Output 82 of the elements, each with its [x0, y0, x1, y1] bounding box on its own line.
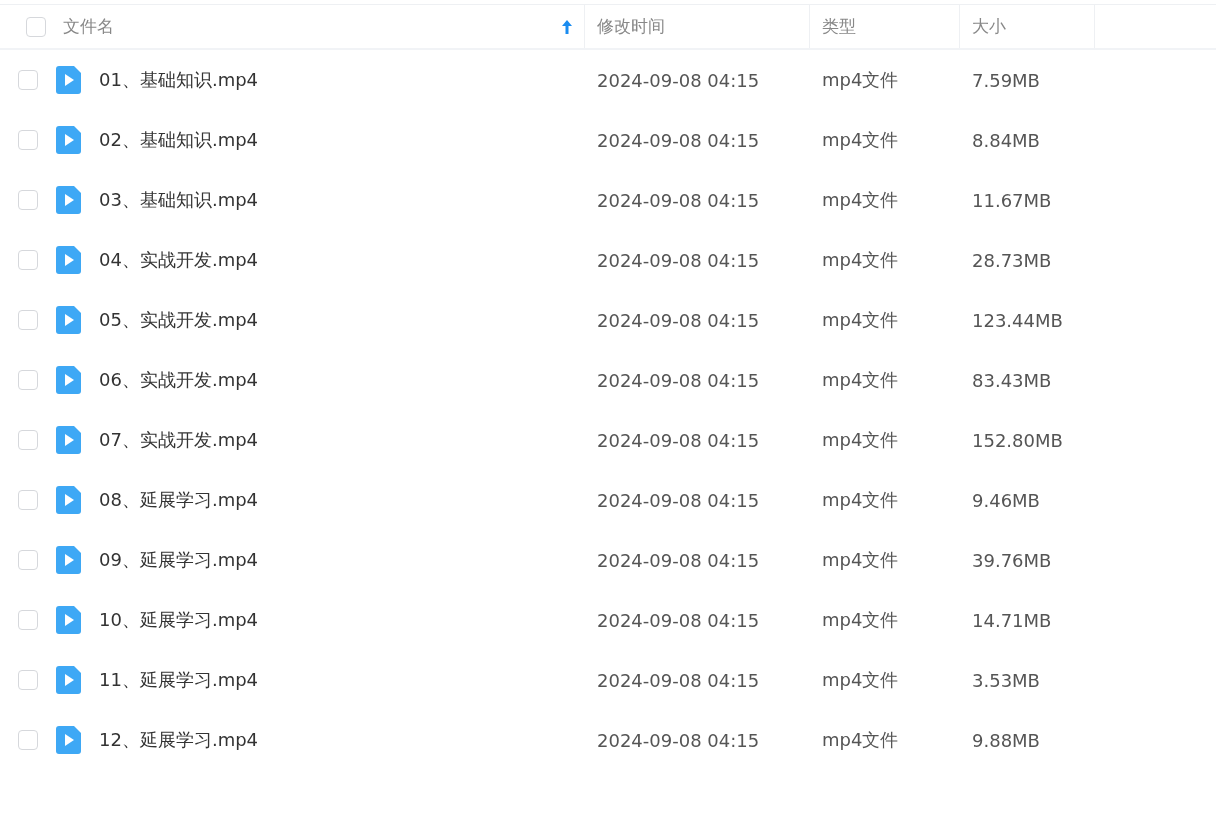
file-name[interactable]: 02、基础知识.mp4: [99, 128, 259, 152]
modified-time: 2024-09-08 04:15: [597, 369, 760, 391]
video-file-icon: [56, 186, 81, 214]
modified-time: 2024-09-08 04:15: [597, 549, 760, 571]
row-checkbox[interactable]: [18, 370, 38, 390]
modified-time: 2024-09-08 04:15: [597, 309, 760, 331]
file-name[interactable]: 08、延展学习.mp4: [99, 488, 259, 512]
video-file-icon: [56, 126, 81, 154]
file-type: mp4文件: [822, 69, 899, 90]
file-type: mp4文件: [822, 609, 899, 630]
row-checkbox[interactable]: [18, 550, 38, 570]
file-type: mp4文件: [822, 429, 899, 450]
file-size: 83.43MB: [972, 369, 1052, 391]
file-name[interactable]: 09、延展学习.mp4: [99, 548, 259, 572]
video-file-icon: [56, 366, 81, 394]
file-name[interactable]: 06、实战开发.mp4: [99, 368, 259, 392]
file-type: mp4文件: [822, 489, 899, 510]
file-type: mp4文件: [822, 729, 899, 750]
file-name[interactable]: 10、延展学习.mp4: [99, 608, 259, 632]
modified-time: 2024-09-08 04:15: [597, 489, 760, 511]
column-title: 类型: [822, 15, 856, 38]
video-file-icon: [56, 246, 81, 274]
file-type: mp4文件: [822, 549, 899, 570]
file-name[interactable]: 01、基础知识.mp4: [99, 68, 259, 92]
file-type: mp4文件: [822, 309, 899, 330]
file-size: 14.71MB: [972, 609, 1052, 631]
file-name[interactable]: 12、延展学习.mp4: [99, 728, 259, 752]
row-checkbox[interactable]: [18, 610, 38, 630]
file-size: 39.76MB: [972, 549, 1052, 571]
file-type: mp4文件: [822, 189, 899, 210]
row-checkbox[interactable]: [18, 310, 38, 330]
file-size: 28.73MB: [972, 249, 1052, 271]
file-type: mp4文件: [822, 129, 899, 150]
row-checkbox[interactable]: [18, 430, 38, 450]
file-name[interactable]: 11、延展学习.mp4: [99, 668, 259, 692]
file-type: mp4文件: [822, 669, 899, 690]
file-size: 9.88MB: [972, 729, 1040, 751]
column-title: 大小: [972, 15, 1006, 38]
column-header[interactable]: 文件名: [60, 5, 585, 48]
file-name[interactable]: 03、基础知识.mp4: [99, 188, 259, 212]
modified-time: 2024-09-08 04:15: [597, 429, 760, 451]
video-file-icon: [56, 426, 81, 454]
file-size: 123.44MB: [972, 309, 1063, 331]
column-title: 修改时间: [597, 15, 665, 38]
file-size: 7.59MB: [972, 69, 1040, 91]
row-checkbox[interactable]: [18, 490, 38, 510]
column-header[interactable]: 大小: [960, 5, 1095, 48]
video-file-icon: [56, 306, 81, 334]
modified-time: 2024-09-08 04:15: [597, 609, 760, 631]
file-size: 11.67MB: [972, 189, 1052, 211]
video-file-icon: [56, 66, 81, 94]
file-name[interactable]: 04、实战开发.mp4: [99, 248, 259, 272]
file-size: 9.46MB: [972, 489, 1040, 511]
file-type: mp4文件: [822, 369, 899, 390]
file-name[interactable]: 05、实战开发.mp4: [99, 308, 259, 332]
row-checkbox[interactable]: [18, 130, 38, 150]
row-checkbox[interactable]: [18, 730, 38, 750]
video-file-icon: [56, 726, 81, 754]
modified-time: 2024-09-08 04:15: [597, 249, 760, 271]
row-checkbox[interactable]: [18, 190, 38, 210]
column-header[interactable]: 类型: [810, 5, 960, 48]
sort-up-icon[interactable]: [562, 19, 572, 34]
row-checkbox[interactable]: [18, 250, 38, 270]
file-size: 152.80MB: [972, 429, 1063, 451]
video-file-icon: [56, 606, 81, 634]
video-file-icon: [56, 666, 81, 694]
modified-time: 2024-09-08 04:15: [597, 189, 760, 211]
file-name[interactable]: 07、实战开发.mp4: [99, 428, 259, 452]
file-size: 8.84MB: [972, 129, 1040, 151]
modified-time: 2024-09-08 04:15: [597, 729, 760, 751]
column-header[interactable]: 修改时间: [585, 5, 810, 48]
file-type: mp4文件: [822, 249, 899, 270]
row-checkbox[interactable]: [18, 670, 38, 690]
column-title: 文件名: [63, 15, 114, 38]
video-file-icon: [56, 546, 81, 574]
video-file-icon: [56, 486, 81, 514]
modified-time: 2024-09-08 04:15: [597, 129, 760, 151]
row-checkbox[interactable]: [18, 70, 38, 90]
modified-time: 2024-09-08 04:15: [597, 669, 760, 691]
modified-time: 2024-09-08 04:15: [597, 69, 760, 91]
file-size: 3.53MB: [972, 669, 1040, 691]
select-all-checkbox[interactable]: [26, 16, 46, 37]
